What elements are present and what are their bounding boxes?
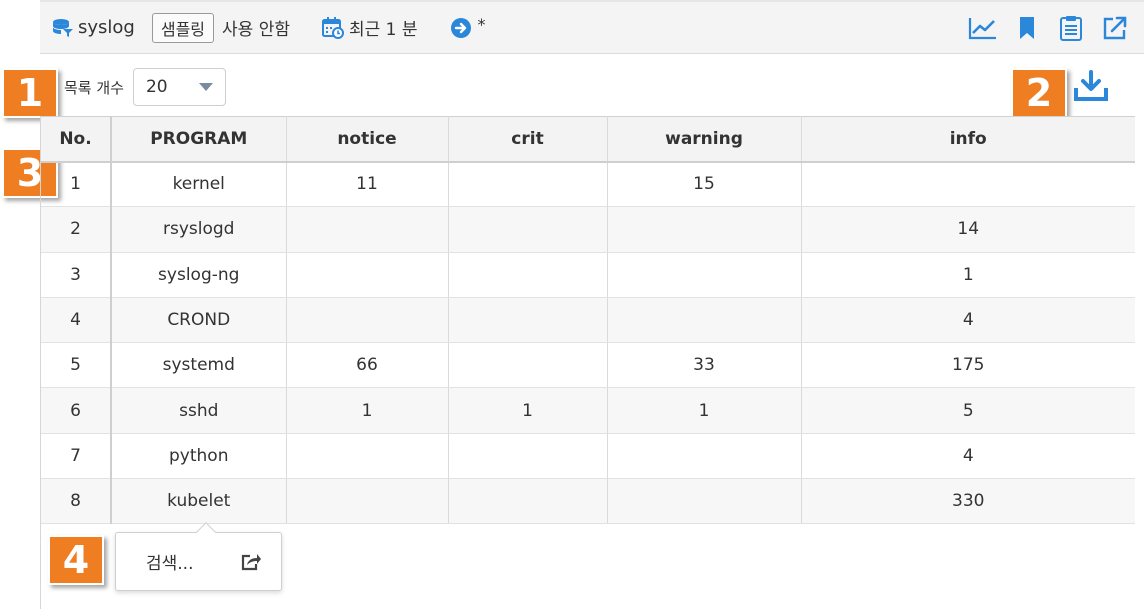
search-popup: 검색...	[115, 522, 282, 591]
crit-cell	[448, 206, 608, 253]
toolbar-left: syslog 샘플링 사용 안함 최근 1 분 *	[40, 2, 486, 53]
toolbar-right	[968, 2, 1144, 53]
crit-cell	[448, 297, 608, 344]
table-row[interactable]: 5 systemd 66 33 175	[41, 342, 1135, 389]
list-count-select[interactable]: 20	[132, 68, 226, 106]
chevron-down-icon	[198, 83, 213, 91]
arrow-circle-right-icon[interactable]	[450, 17, 472, 39]
warning-cell: 15	[607, 161, 802, 208]
search-menu-item[interactable]: 검색...	[146, 549, 194, 574]
calendar-clock-icon[interactable]	[322, 16, 344, 39]
list-count-value: 20	[145, 77, 168, 97]
warning-cell: 1	[607, 387, 802, 434]
source-label: syslog	[78, 17, 135, 38]
table-row[interactable]: 6 sshd 1 1 1 5	[41, 387, 1135, 434]
warning-cell	[607, 433, 802, 480]
table-row[interactable]: 1 kernel 11 15	[41, 161, 1135, 208]
program-cell[interactable]: rsyslogd	[111, 206, 287, 253]
col-header-program[interactable]: PROGRAM	[111, 116, 287, 163]
query-text[interactable]: *	[478, 15, 486, 34]
program-cell[interactable]: kernel	[111, 161, 287, 208]
warning-cell	[607, 478, 802, 525]
database-filter-icon	[53, 18, 73, 37]
warning-cell	[607, 297, 802, 344]
share-icon[interactable]	[241, 553, 261, 571]
info-cell: 14	[801, 206, 1135, 253]
table-body: 1 kernel 11 15 2 rsyslogd 14 3 syslog-ng 1 4 CROND 4…	[41, 161, 1135, 525]
warning-cell	[607, 206, 802, 253]
row-number-cell: 2	[41, 206, 112, 253]
row-number-cell: 1	[41, 161, 112, 208]
table-row[interactable]: 2 rsyslogd 14	[41, 206, 1135, 253]
chart-icon[interactable]	[968, 14, 998, 42]
list-count-control: 목록 개수 20	[64, 68, 226, 106]
table-row[interactable]: 7 python 4	[41, 433, 1135, 480]
col-header-notice[interactable]: notice	[286, 116, 449, 163]
row-number-cell: 6	[41, 387, 112, 434]
sampling-badge[interactable]: 샘플링	[151, 12, 215, 43]
table-row[interactable]: 3 syslog-ng 1	[41, 252, 1135, 298]
info-cell: 5	[801, 387, 1135, 434]
info-cell	[801, 161, 1135, 208]
col-header-no[interactable]: No.	[41, 116, 112, 163]
source-selector[interactable]: syslog	[40, 17, 135, 38]
info-cell: 175	[801, 342, 1135, 389]
warning-cell: 33	[607, 342, 802, 389]
time-range-label[interactable]: 최근 1 분	[349, 15, 418, 40]
callout-1: 1	[2, 68, 58, 118]
program-cell[interactable]: systemd	[111, 342, 287, 389]
toolbar: syslog 샘플링 사용 안함 최근 1 분 *	[40, 0, 1144, 54]
table-row[interactable]: 4 CROND 4	[41, 297, 1135, 344]
crit-cell	[448, 252, 608, 298]
info-cell: 4	[801, 433, 1135, 480]
crit-cell	[448, 342, 608, 389]
crit-cell	[448, 478, 608, 525]
notice-cell	[286, 433, 449, 480]
warning-cell	[607, 252, 802, 298]
download-icon[interactable]	[1073, 70, 1109, 102]
notice-cell	[286, 297, 449, 344]
notice-cell	[286, 206, 449, 253]
row-number-cell: 3	[41, 252, 112, 298]
table-header-row: No. PROGRAM notice crit warning info	[41, 116, 1135, 163]
info-cell: 330	[801, 478, 1135, 525]
info-cell: 4	[801, 297, 1135, 344]
notice-cell	[286, 478, 449, 525]
notice-cell: 11	[286, 161, 449, 208]
col-header-info[interactable]: info	[801, 116, 1135, 163]
program-cell[interactable]: sshd	[111, 387, 287, 434]
export-icon[interactable]	[1100, 14, 1130, 42]
row-number-cell: 7	[41, 433, 112, 480]
crit-cell	[448, 433, 608, 480]
table-row[interactable]: 8 kubelet 330	[41, 478, 1135, 525]
data-table: No. PROGRAM notice crit warning info 1 kernel 1…	[41, 116, 1135, 525]
clipboard-icon[interactable]	[1056, 14, 1086, 42]
callout-2: 2	[1011, 68, 1067, 118]
list-count-label: 목록 개수	[64, 78, 124, 97]
notice-cell	[286, 252, 449, 298]
notice-cell: 1	[286, 387, 449, 434]
notice-cell: 66	[286, 342, 449, 389]
col-header-warning[interactable]: warning	[607, 116, 802, 163]
sampling-state[interactable]: 사용 안함	[222, 15, 290, 40]
row-number-cell: 8	[41, 478, 112, 525]
info-cell: 1	[801, 252, 1135, 298]
crit-cell	[448, 161, 608, 208]
program-cell[interactable]: python	[111, 433, 287, 480]
crit-cell: 1	[448, 387, 608, 434]
row-number-cell: 5	[41, 342, 112, 389]
col-header-crit[interactable]: crit	[448, 116, 608, 163]
program-cell[interactable]: CROND	[111, 297, 287, 344]
row-number-cell: 4	[41, 297, 112, 344]
bookmark-icon[interactable]	[1012, 14, 1042, 42]
program-cell[interactable]: syslog-ng	[111, 252, 287, 298]
program-cell[interactable]: kubelet	[111, 478, 287, 525]
